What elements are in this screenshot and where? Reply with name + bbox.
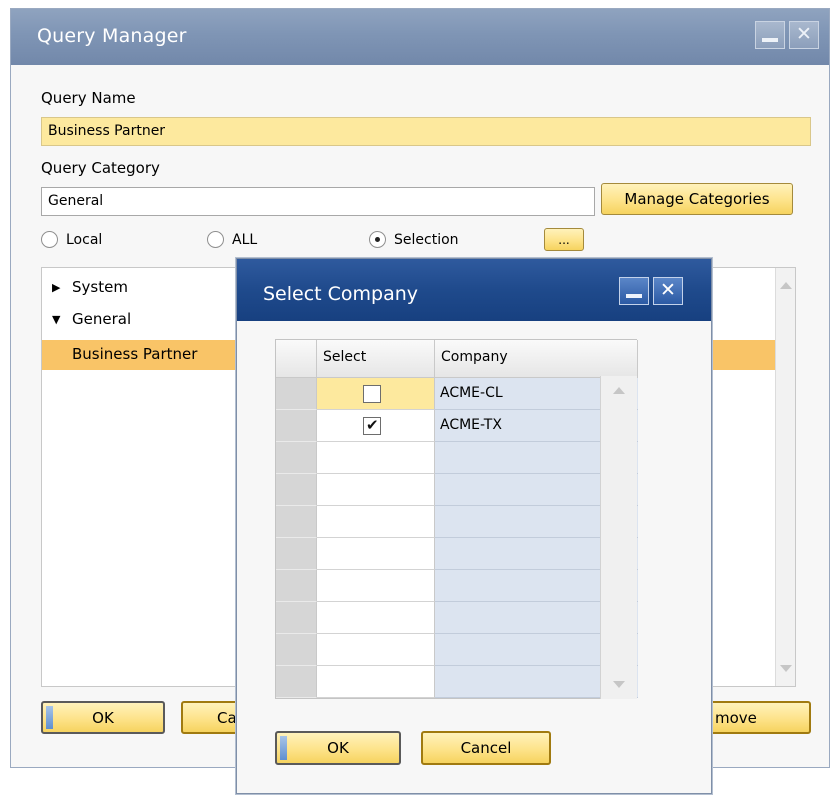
column-header-select[interactable]: Select — [317, 340, 435, 378]
row-header[interactable] — [276, 666, 317, 698]
radio-local-label: Local — [66, 231, 103, 248]
row-header[interactable] — [276, 602, 317, 634]
table-row[interactable]: ACME-TX — [276, 410, 638, 442]
tree-item-general[interactable]: ▼ General — [52, 310, 131, 328]
tree-item-system[interactable]: ▶ System — [52, 278, 128, 296]
select-cell[interactable] — [317, 634, 435, 666]
select-cell[interactable] — [317, 378, 435, 410]
table-row[interactable] — [276, 506, 638, 538]
radio-all[interactable]: ALL — [207, 231, 257, 248]
collapse-arrow-icon[interactable]: ▼ — [52, 313, 66, 326]
table-row[interactable] — [276, 602, 638, 634]
row-header[interactable] — [276, 634, 317, 666]
checkbox[interactable] — [363, 385, 381, 403]
row-header[interactable] — [276, 378, 317, 410]
table-row[interactable] — [276, 570, 638, 602]
tree-scrollbar[interactable] — [775, 268, 795, 686]
radio-local[interactable]: Local — [41, 231, 102, 248]
dialog-titlebar[interactable]: Select Company ✕ — [237, 259, 711, 321]
query-category-label: Query Category — [41, 159, 160, 177]
row-header[interactable] — [276, 410, 317, 442]
radio-all-label: ALL — [232, 231, 258, 248]
scroll-up-icon[interactable] — [780, 282, 792, 289]
expand-arrow-icon[interactable]: ▶ — [52, 281, 66, 294]
query-name-field[interactable]: Business Partner — [41, 117, 811, 146]
scroll-up-icon[interactable] — [613, 387, 625, 394]
checkbox[interactable] — [363, 416, 381, 435]
table-row[interactable]: ACME-CL — [276, 378, 638, 410]
table-row[interactable] — [276, 538, 638, 570]
radio-all-circle[interactable] — [207, 231, 224, 248]
row-header[interactable] — [276, 506, 317, 538]
dialog-cancel-button[interactable]: Cancel — [421, 731, 551, 765]
select-cell[interactable] — [317, 666, 435, 698]
select-cell[interactable] — [317, 506, 435, 538]
row-header[interactable] — [276, 474, 317, 506]
tree-item-business-partner[interactable]: Business Partner — [72, 345, 197, 363]
query-category-field[interactable]: General — [41, 187, 595, 216]
table-row[interactable] — [276, 666, 638, 698]
scroll-down-icon[interactable] — [613, 681, 625, 688]
select-cell[interactable] — [317, 602, 435, 634]
select-cell[interactable] — [317, 538, 435, 570]
selection-ellipsis-button[interactable]: ... — [544, 228, 584, 251]
select-cell[interactable] — [317, 570, 435, 602]
manage-categories-button[interactable]: Manage Categories — [601, 183, 793, 215]
close-icon[interactable]: ✕ — [789, 21, 819, 49]
select-cell[interactable] — [317, 410, 435, 442]
company-grid: Select Company ACME-CL ACME-TX — [275, 339, 638, 699]
grid-scrollbar[interactable] — [600, 376, 637, 699]
column-header-company[interactable]: Company — [435, 340, 638, 378]
radio-selection[interactable]: Selection — [369, 231, 459, 248]
dialog-title: Select Company — [263, 283, 419, 305]
row-header[interactable] — [276, 538, 317, 570]
radio-selection-label: Selection — [394, 231, 459, 248]
select-company-dialog: Select Company ✕ Select Company ACME-CL … — [236, 258, 712, 794]
tree-item-label: System — [72, 278, 128, 296]
radio-local-circle[interactable] — [41, 231, 58, 248]
tree-item-label: Business Partner — [72, 345, 198, 363]
row-header[interactable] — [276, 442, 317, 474]
scroll-down-icon[interactable] — [780, 665, 792, 672]
ok-button[interactable]: OK — [41, 701, 165, 734]
select-cell[interactable] — [317, 442, 435, 474]
table-row[interactable] — [276, 474, 638, 506]
table-row[interactable] — [276, 634, 638, 666]
row-header[interactable] — [276, 570, 317, 602]
window-title: Query Manager — [37, 25, 187, 47]
minimize-icon[interactable] — [755, 21, 785, 49]
radio-selection-circle[interactable] — [369, 231, 386, 248]
close-icon[interactable]: ✕ — [653, 277, 683, 305]
select-cell[interactable] — [317, 474, 435, 506]
table-row[interactable] — [276, 442, 638, 474]
minimize-icon[interactable] — [619, 277, 649, 305]
row-header-corner — [276, 340, 317, 378]
main-titlebar[interactable]: Query Manager ✕ — [11, 9, 829, 65]
query-name-label: Query Name — [41, 89, 136, 107]
tree-item-label: General — [72, 310, 132, 328]
dialog-ok-button[interactable]: OK — [275, 731, 401, 765]
